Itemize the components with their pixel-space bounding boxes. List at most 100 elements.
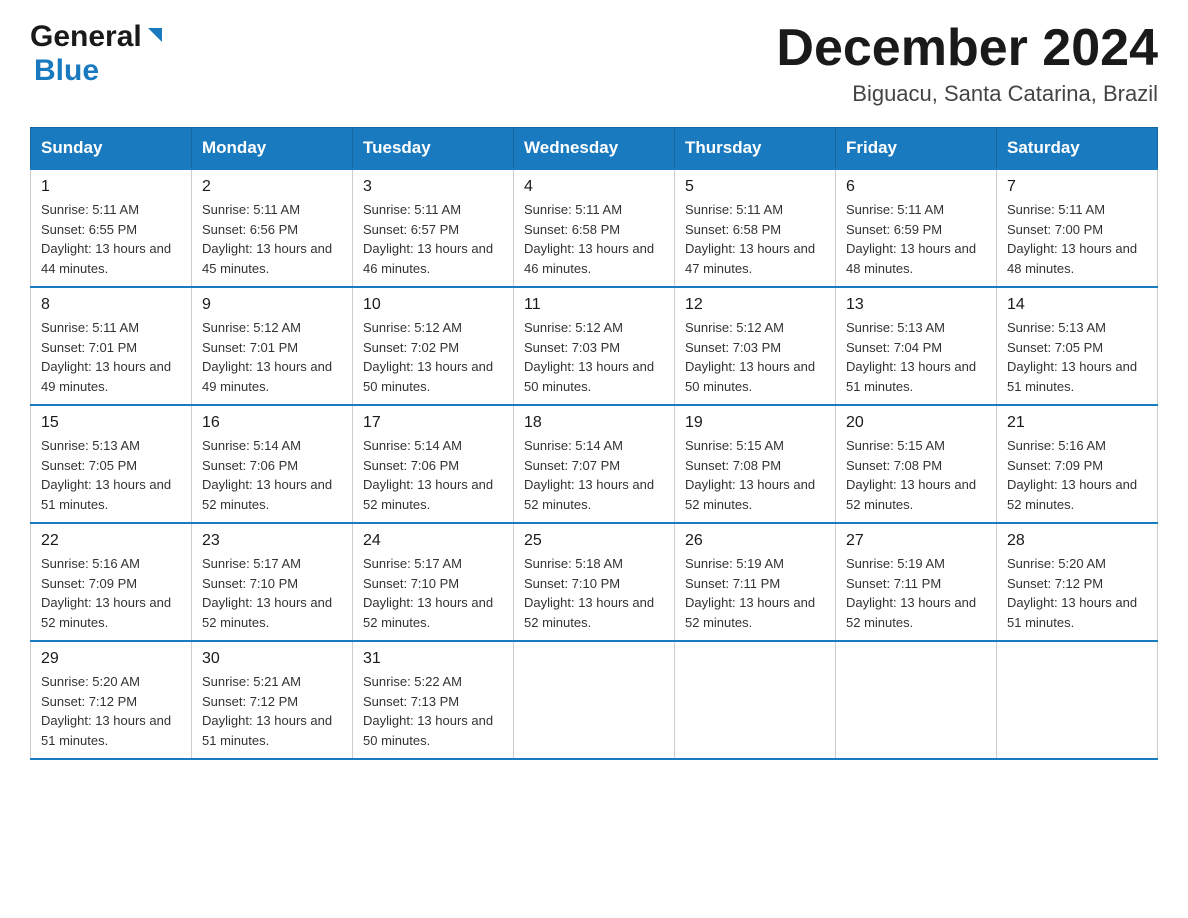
header-saturday: Saturday [997,128,1158,170]
calendar-cell: 12 Sunrise: 5:12 AM Sunset: 7:03 PM Dayl… [675,287,836,405]
daylight-label: Daylight: 13 hours and 50 minutes. [685,359,815,394]
day-info: Sunrise: 5:11 AM Sunset: 7:00 PM Dayligh… [1007,200,1147,278]
calendar-week-5: 29 Sunrise: 5:20 AM Sunset: 7:12 PM Dayl… [31,641,1158,759]
calendar-cell: 3 Sunrise: 5:11 AM Sunset: 6:57 PM Dayli… [353,169,514,287]
calendar-cell: 2 Sunrise: 5:11 AM Sunset: 6:56 PM Dayli… [192,169,353,287]
sunrise-label: Sunrise: 5:16 AM [41,556,140,571]
calendar-cell: 24 Sunrise: 5:17 AM Sunset: 7:10 PM Dayl… [353,523,514,641]
day-number: 22 [41,532,181,550]
day-info: Sunrise: 5:15 AM Sunset: 7:08 PM Dayligh… [846,436,986,514]
sunrise-label: Sunrise: 5:11 AM [41,202,139,217]
sunrise-label: Sunrise: 5:11 AM [1007,202,1105,217]
calendar-cell [836,641,997,759]
calendar-cell [675,641,836,759]
day-number: 20 [846,414,986,432]
sunset-label: Sunset: 7:08 PM [846,458,942,473]
calendar-cell [514,641,675,759]
daylight-label: Daylight: 13 hours and 52 minutes. [363,477,493,512]
day-info: Sunrise: 5:11 AM Sunset: 6:59 PM Dayligh… [846,200,986,278]
calendar-cell: 7 Sunrise: 5:11 AM Sunset: 7:00 PM Dayli… [997,169,1158,287]
sunrise-label: Sunrise: 5:16 AM [1007,438,1106,453]
sunset-label: Sunset: 7:08 PM [685,458,781,473]
sunrise-label: Sunrise: 5:12 AM [202,320,301,335]
page-header: General Blue December 2024 Biguacu, Sant… [30,20,1158,107]
sunrise-label: Sunrise: 5:12 AM [685,320,784,335]
sunrise-label: Sunrise: 5:19 AM [685,556,784,571]
calendar-cell: 26 Sunrise: 5:19 AM Sunset: 7:11 PM Dayl… [675,523,836,641]
day-number: 24 [363,532,503,550]
calendar-cell: 28 Sunrise: 5:20 AM Sunset: 7:12 PM Dayl… [997,523,1158,641]
sunrise-label: Sunrise: 5:20 AM [41,674,140,689]
sunset-label: Sunset: 7:10 PM [363,576,459,591]
sunrise-label: Sunrise: 5:11 AM [363,202,461,217]
sunset-label: Sunset: 7:10 PM [524,576,620,591]
sunrise-label: Sunrise: 5:19 AM [846,556,945,571]
calendar-cell: 29 Sunrise: 5:20 AM Sunset: 7:12 PM Dayl… [31,641,192,759]
day-info: Sunrise: 5:12 AM Sunset: 7:03 PM Dayligh… [524,318,664,396]
sunset-label: Sunset: 7:12 PM [1007,576,1103,591]
sunrise-label: Sunrise: 5:21 AM [202,674,301,689]
logo: General Blue [30,20,166,88]
daylight-label: Daylight: 13 hours and 51 minutes. [41,477,171,512]
sunset-label: Sunset: 6:56 PM [202,222,298,237]
sunrise-label: Sunrise: 5:20 AM [1007,556,1106,571]
sunset-label: Sunset: 7:01 PM [41,340,137,355]
daylight-label: Daylight: 13 hours and 52 minutes. [685,595,815,630]
sunrise-label: Sunrise: 5:11 AM [685,202,783,217]
day-number: 11 [524,296,664,314]
sunrise-label: Sunrise: 5:15 AM [846,438,945,453]
calendar-cell: 8 Sunrise: 5:11 AM Sunset: 7:01 PM Dayli… [31,287,192,405]
day-number: 13 [846,296,986,314]
day-info: Sunrise: 5:13 AM Sunset: 7:05 PM Dayligh… [1007,318,1147,396]
day-number: 19 [685,414,825,432]
day-number: 27 [846,532,986,550]
sunrise-label: Sunrise: 5:12 AM [524,320,623,335]
day-info: Sunrise: 5:12 AM Sunset: 7:01 PM Dayligh… [202,318,342,396]
daylight-label: Daylight: 13 hours and 44 minutes. [41,241,171,276]
day-info: Sunrise: 5:19 AM Sunset: 7:11 PM Dayligh… [685,554,825,632]
sunset-label: Sunset: 7:05 PM [41,458,137,473]
calendar-week-2: 8 Sunrise: 5:11 AM Sunset: 7:01 PM Dayli… [31,287,1158,405]
header-wednesday: Wednesday [514,128,675,170]
daylight-label: Daylight: 13 hours and 51 minutes. [202,713,332,748]
logo-general-text: General [30,20,142,54]
sunset-label: Sunset: 7:07 PM [524,458,620,473]
day-info: Sunrise: 5:16 AM Sunset: 7:09 PM Dayligh… [1007,436,1147,514]
daylight-label: Daylight: 13 hours and 49 minutes. [202,359,332,394]
daylight-label: Daylight: 13 hours and 51 minutes. [41,713,171,748]
calendar-cell: 31 Sunrise: 5:22 AM Sunset: 7:13 PM Dayl… [353,641,514,759]
sunrise-label: Sunrise: 5:22 AM [363,674,462,689]
day-number: 9 [202,296,342,314]
sunrise-label: Sunrise: 5:13 AM [41,438,140,453]
day-number: 7 [1007,178,1147,196]
calendar-cell: 27 Sunrise: 5:19 AM Sunset: 7:11 PM Dayl… [836,523,997,641]
sunset-label: Sunset: 7:09 PM [41,576,137,591]
day-info: Sunrise: 5:11 AM Sunset: 6:57 PM Dayligh… [363,200,503,278]
daylight-label: Daylight: 13 hours and 52 minutes. [846,595,976,630]
sunset-label: Sunset: 7:09 PM [1007,458,1103,473]
day-number: 14 [1007,296,1147,314]
calendar-cell: 20 Sunrise: 5:15 AM Sunset: 7:08 PM Dayl… [836,405,997,523]
sunset-label: Sunset: 7:11 PM [685,576,780,591]
sunrise-label: Sunrise: 5:14 AM [524,438,623,453]
day-info: Sunrise: 5:20 AM Sunset: 7:12 PM Dayligh… [1007,554,1147,632]
sunset-label: Sunset: 7:06 PM [202,458,298,473]
sunrise-label: Sunrise: 5:13 AM [846,320,945,335]
day-info: Sunrise: 5:13 AM Sunset: 7:04 PM Dayligh… [846,318,986,396]
day-info: Sunrise: 5:11 AM Sunset: 6:58 PM Dayligh… [524,200,664,278]
sunrise-label: Sunrise: 5:11 AM [846,202,944,217]
day-number: 30 [202,650,342,668]
day-info: Sunrise: 5:22 AM Sunset: 7:13 PM Dayligh… [363,672,503,750]
day-info: Sunrise: 5:11 AM Sunset: 6:55 PM Dayligh… [41,200,181,278]
sunrise-label: Sunrise: 5:14 AM [363,438,462,453]
sunset-label: Sunset: 7:03 PM [685,340,781,355]
day-number: 21 [1007,414,1147,432]
sunset-label: Sunset: 6:59 PM [846,222,942,237]
day-number: 17 [363,414,503,432]
header-tuesday: Tuesday [353,128,514,170]
calendar-cell: 23 Sunrise: 5:17 AM Sunset: 7:10 PM Dayl… [192,523,353,641]
sunset-label: Sunset: 7:12 PM [41,694,137,709]
calendar-cell: 22 Sunrise: 5:16 AM Sunset: 7:09 PM Dayl… [31,523,192,641]
month-title: December 2024 [776,20,1158,77]
day-number: 15 [41,414,181,432]
